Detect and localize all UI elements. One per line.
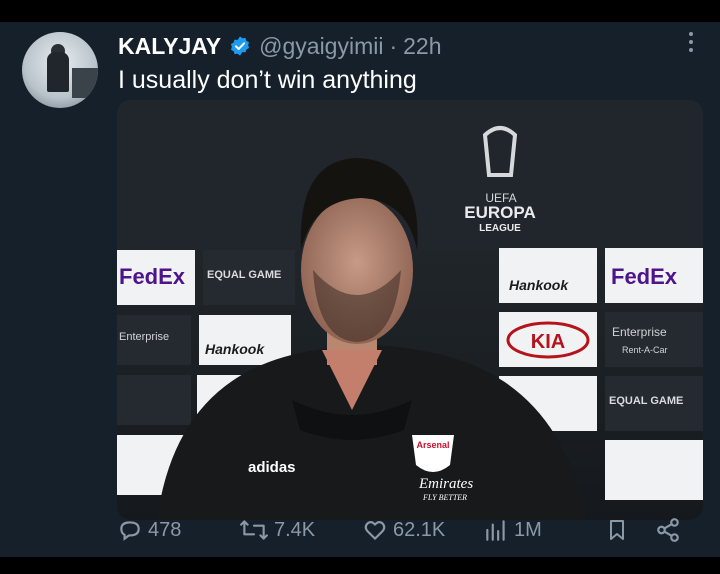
reply-count: 478: [148, 518, 182, 541]
reply-icon: [120, 521, 140, 541]
views-chart-icon: [486, 520, 505, 541]
avatar-figure: [47, 52, 69, 92]
rent-a-car-text: Rent-A-Car: [622, 345, 668, 355]
repost-count: 7.4K: [274, 518, 316, 541]
tweet-text: I usually don’t win anything: [118, 66, 417, 94]
repost-icon: [240, 520, 268, 540]
heart-icon: [364, 521, 386, 540]
europa-text: EUROPA: [464, 203, 535, 222]
kia-logo: KIA: [531, 331, 565, 353]
reply-button[interactable]: 478: [117, 517, 181, 543]
fly-better-text: FLY BETTER: [422, 493, 467, 502]
avatar[interactable]: [22, 32, 98, 108]
adidas-logo: adidas: [248, 459, 296, 476]
views-count: 1M: [514, 518, 542, 541]
tweet-card: KALYJAY @gyaigyimii · 22h I usually don’…: [0, 22, 720, 557]
tweet-actions: 478 7.4K 62.1K 1M: [117, 517, 687, 547]
hankook-text-left: Hankook: [205, 341, 265, 357]
verified-badge-icon: [231, 36, 250, 56]
league-text: LEAGUE: [479, 223, 521, 234]
emirates-sponsor: Emirates: [418, 476, 473, 492]
share-icon: [657, 518, 679, 542]
arsenal-crest: Arsenal: [416, 440, 449, 450]
bookmark-button[interactable]: [605, 517, 634, 543]
views-button[interactable]: 1M: [483, 517, 542, 543]
fedex-logo-right: FedEx: [611, 264, 678, 289]
repost-button[interactable]: 7.4K: [239, 517, 315, 543]
tweet-header: KALYJAY @gyaigyimii · 22h: [118, 30, 700, 62]
author-name[interactable]: KALYJAY: [118, 33, 221, 60]
more-options-icon[interactable]: [688, 32, 694, 56]
fedex-logo-left: FedEx: [119, 264, 186, 289]
avatar-background: [72, 68, 98, 98]
like-button[interactable]: 62.1K: [362, 517, 445, 543]
author-handle[interactable]: @gyaigyimii: [259, 33, 383, 60]
tweet-image[interactable]: UEFA EUROPA LEAGUE FedEx EQUAL GAME Ente…: [117, 100, 703, 520]
enterprise-text-left: Enterprise: [119, 331, 169, 343]
press-conference-photo: UEFA EUROPA LEAGUE FedEx EQUAL GAME Ente…: [117, 100, 703, 520]
timestamp[interactable]: 22h: [403, 33, 441, 60]
bookmark-icon: [610, 520, 624, 540]
enterprise-text-right: Enterprise: [612, 325, 667, 339]
like-count: 62.1K: [393, 518, 446, 541]
equal-game-text-right: EQUAL GAME: [609, 395, 683, 407]
equal-game-text-left: EQUAL GAME: [207, 269, 281, 281]
separator-dot: ·: [389, 32, 398, 59]
hankook-text-right: Hankook: [509, 277, 569, 293]
share-button[interactable]: [655, 517, 686, 543]
